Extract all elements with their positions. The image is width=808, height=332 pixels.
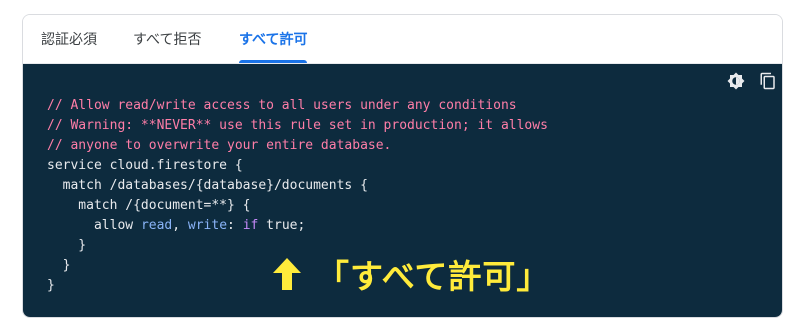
- code-line: }: [47, 238, 87, 253]
- code-line: allow read, write: if true;: [47, 218, 305, 233]
- if-keyword: if: [242, 218, 259, 233]
- colon: :: [227, 218, 243, 233]
- theme-toggle-icon[interactable]: [727, 72, 745, 90]
- code-line: // Warning: **NEVER** use this rule set …: [47, 118, 548, 133]
- write-keyword: write: [187, 218, 228, 233]
- code-line: match /{document=**} {: [47, 198, 251, 213]
- callout-annotation: 「すべて許可」: [272, 250, 550, 298]
- true-statement: true;: [258, 218, 306, 233]
- copy-icon[interactable]: [759, 72, 777, 90]
- code-line: // anyone to overwrite your entire datab…: [47, 138, 392, 153]
- tab-allow-all[interactable]: すべて許可: [239, 15, 308, 63]
- code-line: }: [47, 258, 71, 273]
- code-line: }: [47, 278, 55, 293]
- code-line: service cloud.firestore {: [47, 158, 243, 173]
- tab-deny-all[interactable]: すべて拒否: [133, 15, 201, 63]
- up-arrow-icon: [273, 258, 301, 290]
- comma: ,: [172, 218, 188, 233]
- tab-bar: 認証必須 すべて拒否 すべて許可: [23, 15, 782, 64]
- code-line: // Allow read/write access to all users …: [47, 98, 517, 113]
- callout-text: 「すべて許可」: [316, 257, 551, 296]
- tab-auth-required[interactable]: 認証必須: [41, 15, 97, 63]
- read-keyword: read: [140, 218, 173, 233]
- allow-keyword: allow: [93, 218, 134, 233]
- code-line: match /databases/{database}/documents {: [47, 178, 368, 193]
